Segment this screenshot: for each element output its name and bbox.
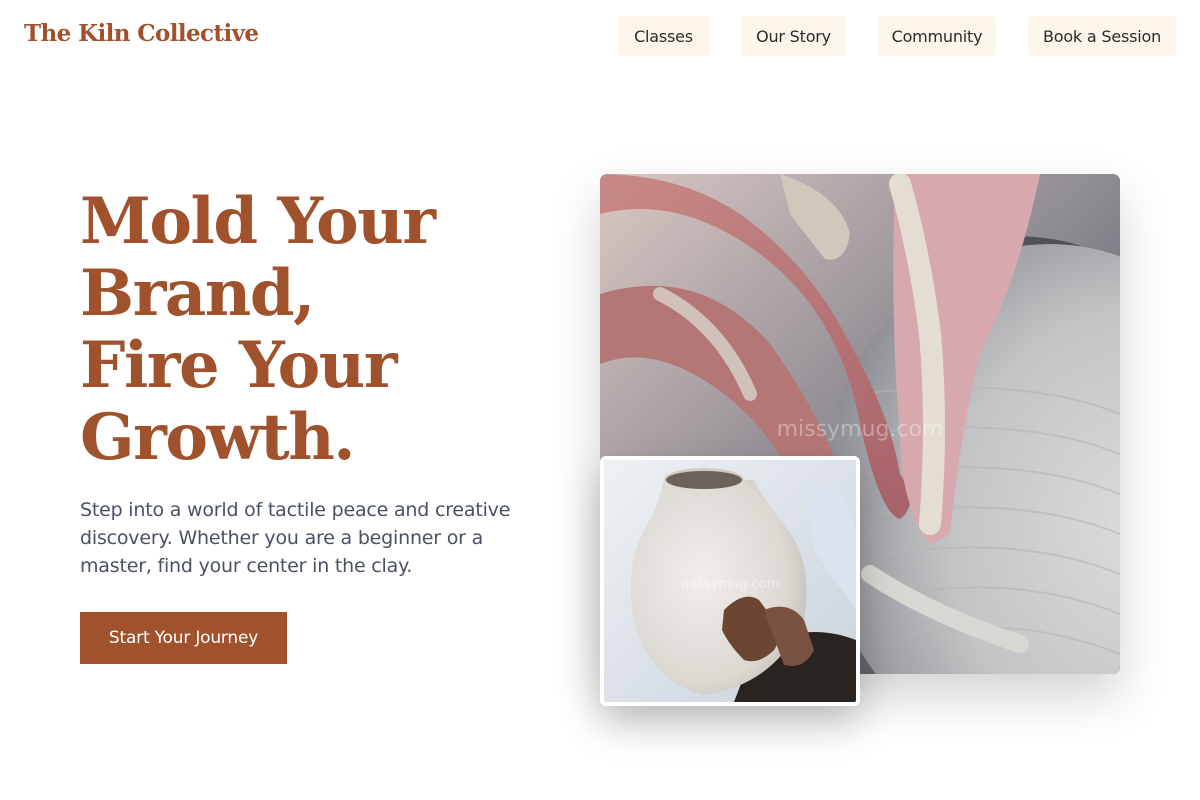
inset-watermark-text: missymug.com <box>681 577 780 592</box>
nav-classes-button[interactable]: Classes <box>618 16 709 56</box>
site-header: The Kiln Collective Classes Our Story Co… <box>0 0 1200 72</box>
clay-vase-photo: missymug.com <box>600 456 860 706</box>
start-journey-button[interactable]: Start Your Journey <box>80 612 287 664</box>
nav-our-story-button[interactable]: Our Story <box>741 16 846 56</box>
nav-book-session-button[interactable]: Book a Session <box>1028 16 1176 56</box>
hero-subtitle: Step into a world of tactile peace and c… <box>80 499 511 577</box>
main-watermark-text: missymug.com <box>777 417 944 442</box>
hero-title-line: Growth. <box>80 400 356 475</box>
hero-title: Mold Your Brand, Fire Your Growth. <box>80 186 550 474</box>
site-logo[interactable]: The Kiln Collective <box>24 20 259 47</box>
hero-title-line: Mold Your <box>80 184 436 259</box>
hero-title-line: Fire Your <box>80 328 398 403</box>
nav-community-button[interactable]: Community <box>878 16 996 56</box>
hero-title-line: Brand, <box>80 256 315 331</box>
